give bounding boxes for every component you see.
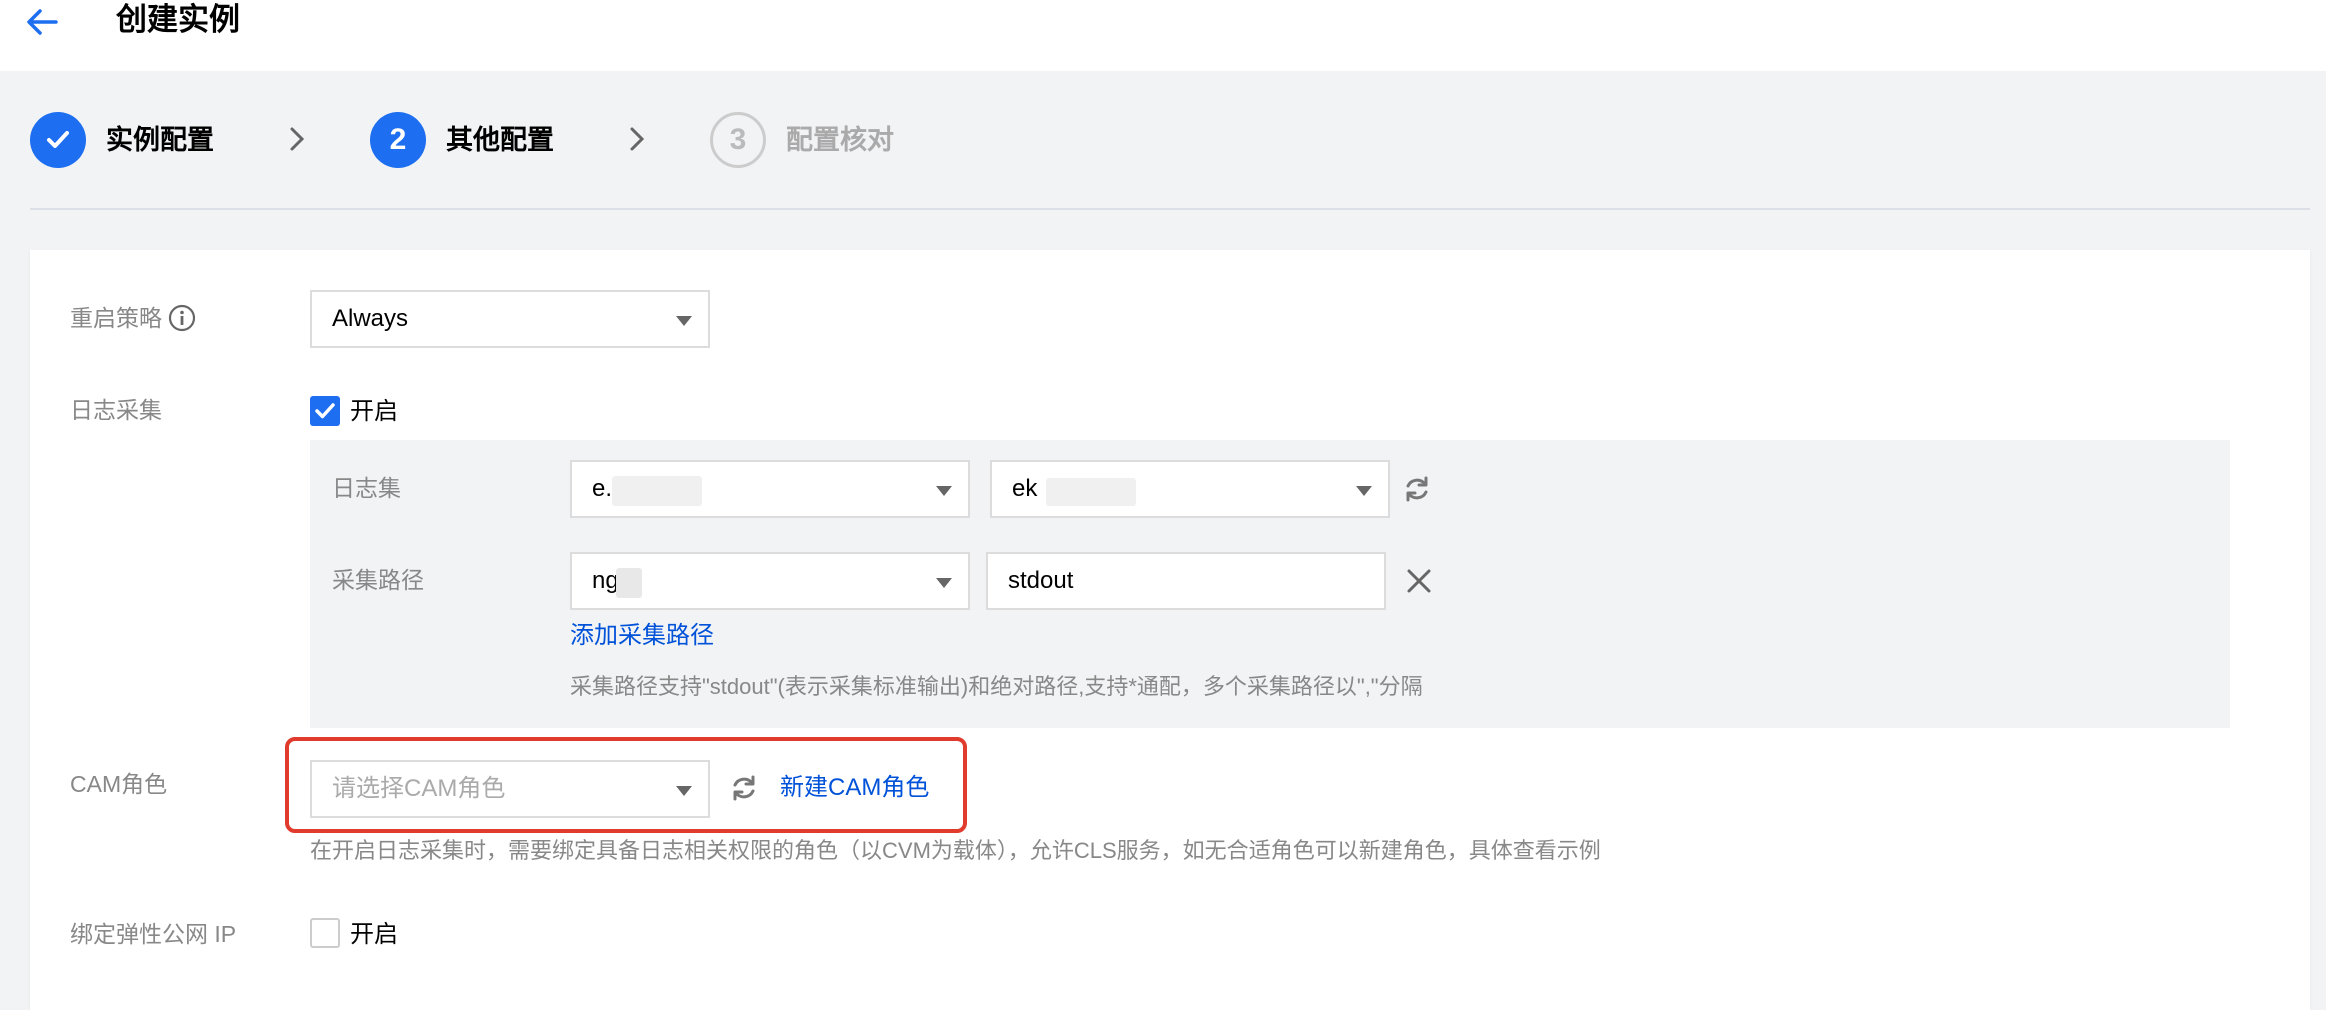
step-1-label: 实例配置 — [106, 125, 214, 155]
log-collection-panel: 日志集 e. ek 采集路径 ng stdout 添加采集路径 采集路径支持"s… — [310, 440, 2230, 728]
blurred-text — [616, 568, 642, 598]
caret-down-icon — [676, 786, 692, 796]
step-2-label: 其他配置 — [446, 125, 554, 155]
log-collection-checkbox[interactable] — [310, 396, 340, 426]
page-title: 创建实例 — [116, 2, 240, 37]
log-collection-checkbox-label: 开启 — [350, 398, 398, 425]
step-indicator: 实例配置 2 其他配置 3 配置核对 — [0, 108, 2326, 174]
restart-policy-label: 重启策略 — [70, 302, 196, 334]
check-icon — [47, 131, 69, 148]
add-path-link[interactable]: 添加采集路径 — [570, 620, 714, 652]
chevron-right-icon — [290, 127, 305, 151]
caret-down-icon — [936, 578, 952, 588]
eip-checkbox-label: 开启 — [350, 921, 398, 948]
collection-path-input[interactable]: stdout — [986, 552, 1386, 610]
step-3-circle: 3 — [710, 112, 766, 168]
caret-down-icon — [676, 316, 692, 326]
divider — [30, 208, 2310, 210]
log-collection-label: 日志采集 — [70, 397, 162, 423]
arrow-left-icon[interactable] — [22, 2, 62, 42]
step-3-label: 配置核对 — [786, 125, 894, 155]
form-card: 重启策略 Always 日志采集 开启 日志集 e. ek 采集路径 ng st… — [30, 250, 2310, 1010]
eip-label: 绑定弹性公网 IP — [70, 921, 237, 947]
refresh-icon[interactable] — [729, 773, 759, 803]
logset-label: 日志集 — [332, 475, 401, 501]
cam-role-hint: 在开启日志采集时，需要绑定具备日志相关权限的角色（以CVM为载体），允许CLS服… — [310, 838, 1601, 863]
refresh-icon[interactable] — [1402, 474, 1432, 504]
cam-role-label: CAM角色 — [70, 771, 168, 797]
collection-path-label: 采集路径 — [332, 567, 424, 593]
info-icon[interactable] — [168, 304, 196, 332]
close-icon[interactable] — [1406, 568, 1432, 594]
caret-down-icon — [1356, 486, 1372, 496]
check-icon — [315, 403, 335, 419]
blurred-text — [1046, 478, 1136, 506]
blurred-text — [612, 476, 702, 506]
step-2-circle: 2 — [370, 112, 426, 168]
top-bar: 创建实例 — [0, 0, 2326, 71]
logset-select[interactable]: e. — [570, 460, 970, 518]
log-topic-select[interactable]: ek — [990, 460, 1390, 518]
collection-path-select[interactable]: ng — [570, 552, 970, 610]
restart-policy-select[interactable]: Always — [310, 290, 710, 348]
cam-role-select[interactable]: 请选择CAM角色 — [310, 760, 710, 818]
new-cam-role-link[interactable]: 新建CAM角色 — [780, 772, 929, 804]
chevron-right-icon — [630, 127, 645, 151]
step-1-circle — [30, 112, 86, 168]
eip-checkbox[interactable] — [310, 918, 340, 948]
caret-down-icon — [936, 486, 952, 496]
collection-path-hint: 采集路径支持"stdout"(表示采集标准输出)和绝对路径,支持*通配，多个采集… — [570, 674, 1423, 699]
